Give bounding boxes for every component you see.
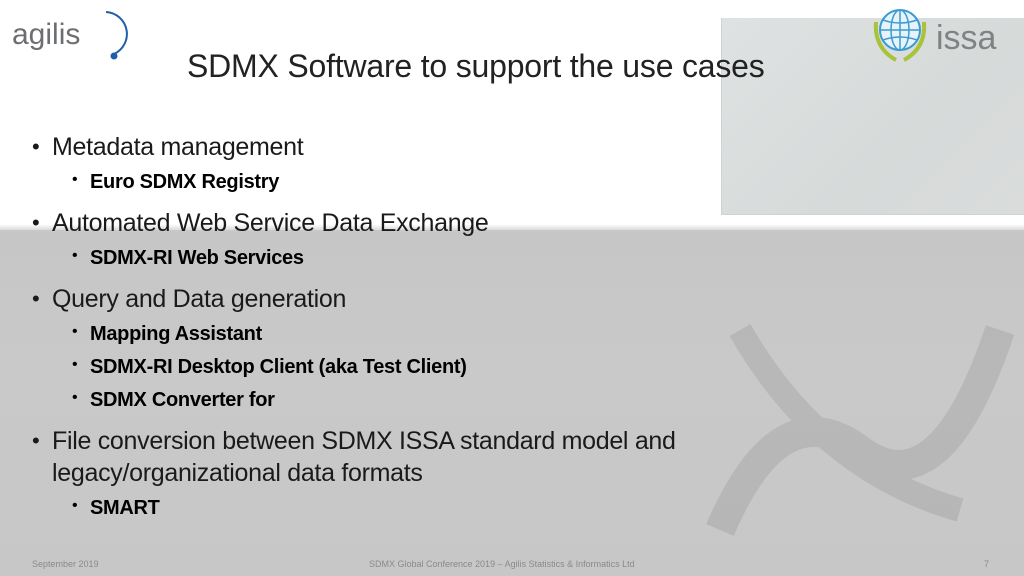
bullet-glyph: • xyxy=(72,389,78,406)
sub-bullet-sdmx-ri-web-services: • SDMX-RI Web Services xyxy=(72,247,304,269)
bullet-query-data-generation: • Query and Data generation xyxy=(32,285,347,313)
footer-date: September 2019 xyxy=(32,559,99,569)
footer-center-text: SDMX Global Conference 2019 – Agilis Sta… xyxy=(369,559,635,569)
sub-bullet-smart: • SMART xyxy=(72,497,160,519)
sub-bullet-mapping-assistant: • Mapping Assistant xyxy=(72,323,262,345)
bullet-glyph: • xyxy=(72,323,78,340)
sub-bullet-sdmx-converter: • SDMX Converter for xyxy=(72,389,275,411)
bullet-web-service-exchange: • Automated Web Service Data Exchange xyxy=(32,209,489,237)
agilis-logo-text: agilis xyxy=(12,18,80,51)
globe-icon xyxy=(879,9,921,51)
issa-logo: issa xyxy=(873,9,997,62)
background-watermark xyxy=(706,324,1015,536)
bullet-glyph: • xyxy=(72,247,78,264)
bullet-glyph: • xyxy=(72,171,78,188)
bullet-metadata-management: • Metadata management xyxy=(32,133,304,161)
bullet-file-conversion: • File conversion between SDMX ISSA stan… xyxy=(32,427,676,455)
bullet-file-conversion-line2: legacy/organizational data formats xyxy=(52,459,423,487)
bullet-glyph: • xyxy=(32,134,40,159)
slide-title: SDMX Software to support the use cases xyxy=(187,48,765,84)
issa-logo-text: issa xyxy=(936,19,997,57)
bullet-glyph: • xyxy=(32,286,40,311)
agilis-logo-arc xyxy=(105,11,128,55)
bullet-glyph: • xyxy=(32,210,40,235)
agilis-logo-dot xyxy=(110,52,118,60)
bullet-glyph: • xyxy=(32,428,40,453)
bullet-glyph: • xyxy=(72,497,78,514)
bullet-glyph: • xyxy=(72,356,78,373)
slide-number: 7 xyxy=(984,559,990,569)
sub-bullet-euro-sdmx-registry: • Euro SDMX Registry xyxy=(72,171,280,193)
sub-bullet-desktop-client: • SDMX-RI Desktop Client (aka Test Clien… xyxy=(72,356,467,378)
agilis-logo: agilis xyxy=(12,11,128,60)
